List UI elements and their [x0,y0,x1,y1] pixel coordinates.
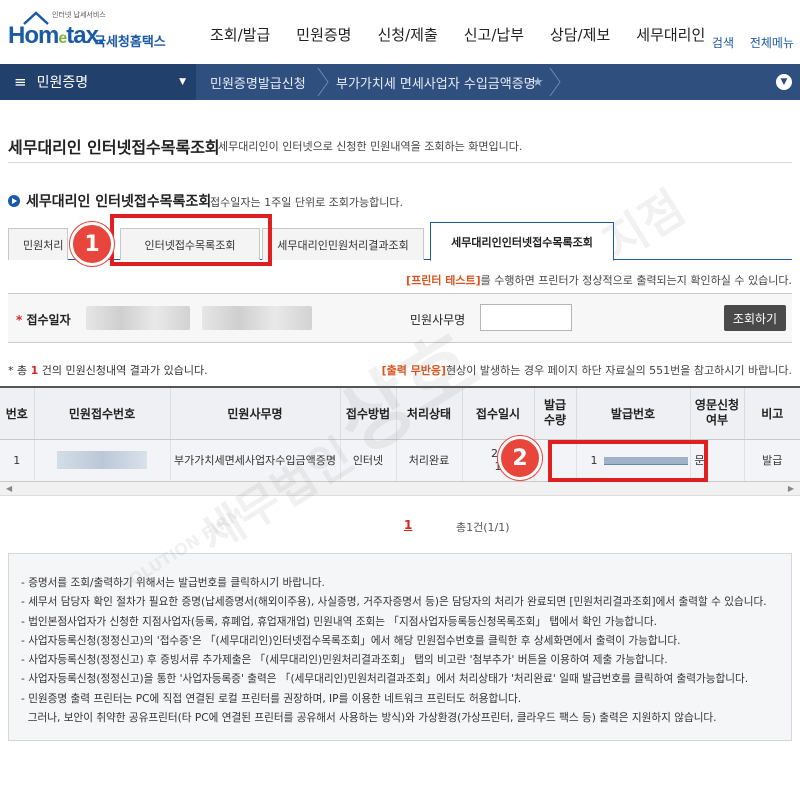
result-count: * 총 1 건의 민원신청내역 결과가 있습니다. [8,364,208,377]
chevron-right-icon [549,68,561,96]
cell-method: 인터넷 [339,439,396,482]
divider [8,162,792,163]
nav-report-pay[interactable]: 신고/납부 [464,24,524,45]
info-line: - 증명서를 조회/출력하기 위해서는 발급번호를 클릭하시기 바랍니다. [21,577,325,589]
date-to-input[interactable] [202,306,312,330]
bullet-arrow-icon [8,195,20,207]
highlight-box-issue-no [548,440,708,482]
col-header-status: 처리상태 [395,386,462,440]
logo-subtitle: 국세청홈택스 [94,35,166,50]
logo-tagline: 인터넷 납세서비스 [52,11,106,19]
nav-consult[interactable]: 상담/제보 [550,24,610,45]
cell-receipt-no[interactable] [33,439,170,482]
nav-application[interactable]: 신청/제출 [377,24,437,45]
pagination-total: 총1건(1/1) [456,521,510,534]
petition-name-label: 민원사무명 [410,313,466,327]
info-line: - 사업자등록신청(정정신고)의 '접수증'은 「(세무대리인)인터넷접수목록조… [21,634,681,647]
col-header-method: 접수방법 [339,386,396,440]
breadcrumb: ≡ 민원증명 ▼ 민원증명발급신청 부가가치세 면세사업자 수입금액증명 ★ ▼ [0,64,800,100]
chevron-down-icon[interactable]: ▼ [776,74,792,90]
search-link[interactable]: 검색 [712,36,734,50]
printer-test-note: [프린터 테스트]를 수행하면 프린터가 정상적으로 출력되는지 확인하실 수 … [406,274,792,287]
col-header-english: 영문신청 여부 [689,386,744,440]
table-header-row: 번호 민원접수번호 민원사무명 접수방법 처리상태 접수일시 발급 수량 발급번… [0,386,800,440]
top-header: 인터넷 납세서비스 Hometax. 국세청홈택스 조회/발급 민원증명 신청/… [0,0,800,64]
cell-status: 처리완료 [395,439,462,482]
pagination-page-1[interactable]: 1 [404,518,412,532]
col-header-note: 비고 [743,386,800,440]
chevron-right-icon [317,68,329,96]
output-no-response-link[interactable]: [출력 무반응] [382,364,446,377]
cell-note[interactable]: 발급 [743,439,800,482]
date-label: * 접수일자 [16,313,71,327]
col-header-qty: 발급 수량 [533,386,576,440]
search-panel: * 접수일자 민원사무명 조회하기 [8,293,792,343]
scroll-right-icon[interactable]: ▶ [788,484,794,493]
caret-down-icon: ▼ [179,77,186,87]
all-menu-link[interactable]: 전체메뉴 [750,36,794,50]
petition-name-input[interactable] [480,304,572,331]
info-line: - 법인본점사업자가 신청한 지점사업자(등록, 휴폐업, 휴업재개업) 민원내… [21,615,657,628]
step-badge-1: 1 [70,222,114,266]
star-icon[interactable]: ★ [532,64,544,100]
search-button[interactable]: 조회하기 [724,305,786,331]
breadcrumb-menu-label: 민원증명 [36,75,89,91]
section-note: 접수일자는 1주일 단위로 조회가능합니다. [210,196,404,209]
horizontal-scrollbar[interactable]: ◀ ▶ [0,482,800,496]
tab-petition-process[interactable]: 민원처리 [8,228,68,260]
page-description: 세무대리인이 인터넷으로 신청한 민원내역을 조회하는 화면입니다. [218,140,523,153]
col-header-receipt-no: 민원접수번호 [33,386,170,440]
breadcrumb-item-current[interactable]: 부가가치세 면세사업자 수입금액증명 [336,64,536,100]
info-notice-box: - 증명서를 조회/출력하기 위해서는 발급번호를 클릭하시기 바랍니다. - … [8,553,792,741]
col-header-date: 접수일시 [461,386,534,440]
tab-agent-result[interactable]: 세무대리인민원처리결과조회 [262,228,424,260]
section-title: 세무대리인 인터넷접수목록조회 [8,191,211,211]
col-header-issue-no: 발급번호 [575,386,690,440]
scroll-left-icon[interactable]: ◀ [6,484,12,493]
output-no-response-note: [출력 무반응]현상이 발생하는 경우 페이지 하단 자료실의 551번을 참고… [381,364,792,377]
main-nav: 조회/발급 민원증명 신청/제출 신고/납부 상담/제보 세무대리인 [210,24,731,45]
nav-certificate[interactable]: 민원증명 [296,24,351,45]
info-line: - 세무서 담당자 확인 절차가 필요한 증명(납세증명서(해외이주용), 사실… [21,596,767,609]
hometax-logo[interactable]: 인터넷 납세서비스 Hometax. 국세청홈택스 [8,10,168,56]
date-from-input[interactable] [86,306,190,330]
info-line: - 사업자등록신청(정정신고)을 통한 '사업자등록증' 출력은 「(세무대리인… [21,673,749,686]
tab-agent-internet-receipt-list[interactable]: 세무대리인인터넷접수목록조회 [430,222,614,261]
col-header-no: 번호 [0,386,34,440]
nav-tax-agent[interactable]: 세무대리인 [636,24,705,45]
util-links: 검색 전체메뉴 [700,34,794,51]
redacted-receipt-no[interactable] [57,451,147,469]
page-title: 세무대리인 인터넷접수목록조회 [8,138,220,157]
breadcrumb-menu-dropdown[interactable]: ≡ 민원증명 ▼ [0,64,196,100]
step-badge-2: 2 [498,436,542,480]
info-line: - 민원증명 출력 프린터는 PC에 직접 연결된 로컬 프린터를 권장하며, … [21,692,522,705]
info-line: - 사업자등록신청(정정신고) 후 증빙서류 추가제출은 「(세무대리인)민원처… [21,654,668,667]
cell-petition: 부가가치세면세사업자수입금액증명 [169,439,340,482]
printer-test-link[interactable]: [프린터 테스트] [406,274,481,287]
hamburger-icon: ≡ [14,73,27,91]
cell-no: 1 [0,439,34,482]
col-header-petition: 민원사무명 [169,386,340,440]
info-line: 그러나, 보안이 취약한 공유프린터(타 PC에 연결된 프린터를 공유해서 사… [21,712,717,725]
logo-wordmark: Hometax. [8,22,105,49]
highlight-box-tab [110,214,272,266]
nav-inquiry[interactable]: 조회/발급 [210,24,270,45]
breadcrumb-item-issue[interactable]: 민원증명발급신청 [210,64,306,100]
